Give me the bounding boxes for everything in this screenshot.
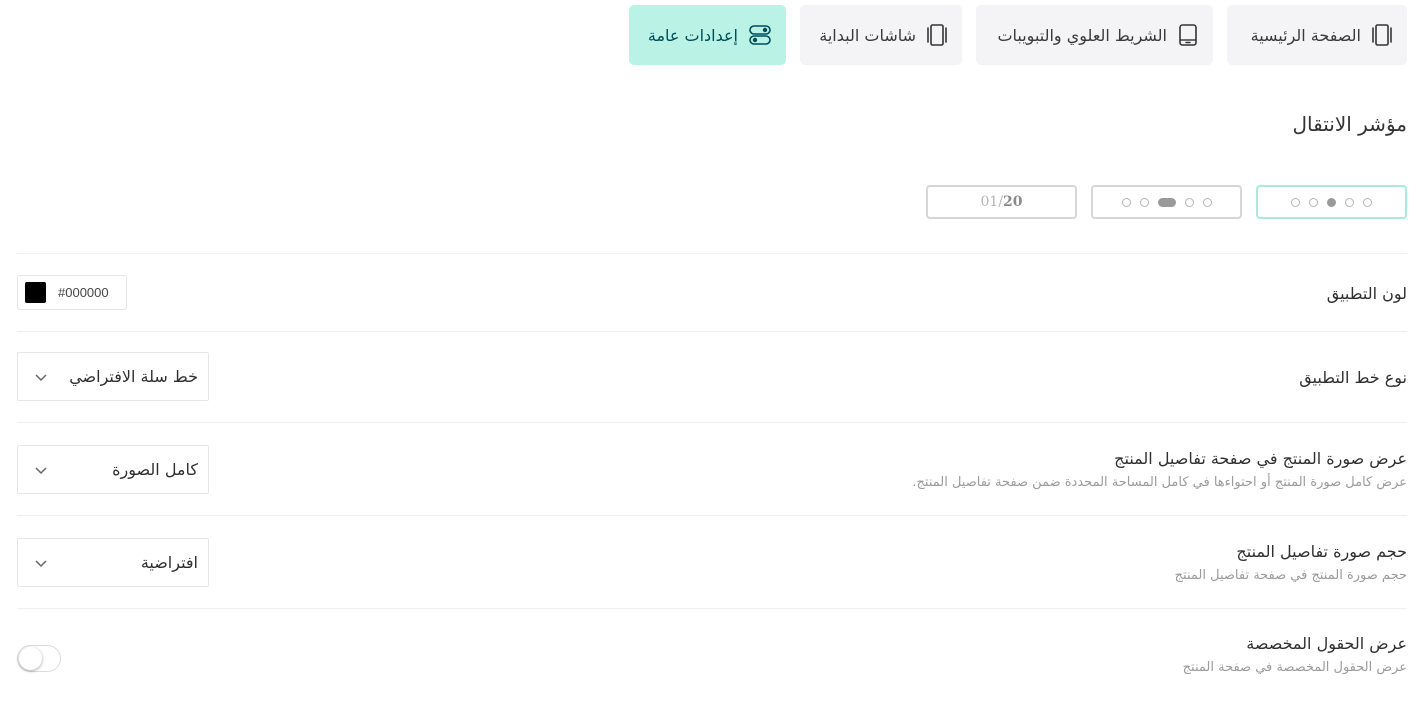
counter-preview: 01/20 — [980, 194, 1023, 210]
custom-fields-toggle[interactable] — [17, 645, 61, 672]
chevron-down-icon — [35, 373, 47, 381]
dot — [1121, 197, 1131, 207]
dot-active — [1327, 197, 1336, 207]
chevron-down-icon — [35, 466, 47, 474]
divider — [17, 515, 1407, 516]
indicator-option-counter[interactable]: 01/20 — [926, 185, 1077, 219]
divider — [17, 331, 1407, 332]
color-swatch — [25, 282, 46, 303]
select-value: افتراضية — [140, 553, 198, 572]
custom-fields-description: عرض الحقول المخصصة في صفحة المنتج — [1182, 660, 1407, 675]
tab-home[interactable]: الصفحة الرئيسية — [1227, 5, 1407, 65]
dot — [1363, 197, 1372, 207]
product-image-display-label: عرض صورة المنتج في صفحة تفاصيل المنتج — [1114, 449, 1407, 468]
select-value: كامل الصورة — [112, 460, 198, 479]
product-image-size-label: حجم صورة تفاصيل المنتج — [1236, 542, 1407, 561]
custom-fields-label: عرض الحقول المخصصة — [1246, 634, 1407, 653]
toggle-knob — [19, 647, 42, 670]
chevron-down-icon — [35, 559, 47, 567]
settings-tabs: الصفحة الرئيسية الشريط العلوي والتبويبات… — [629, 5, 1407, 65]
dot — [1345, 197, 1354, 207]
dot — [1139, 197, 1149, 207]
divider — [17, 253, 1407, 254]
indicator-option-dots[interactable] — [1256, 185, 1407, 219]
tab-label: الشريط العلوي والتبويبات — [997, 25, 1167, 45]
select-value: خط سلة الافتراضي — [69, 367, 198, 386]
app-color-picker[interactable]: #000000 — [17, 275, 127, 310]
tablet-frame-icon — [1372, 24, 1392, 46]
divider — [17, 422, 1407, 423]
app-font-select[interactable]: خط سلة الافتراضي — [17, 352, 209, 401]
divider — [17, 608, 1407, 609]
pill-dots-preview — [1121, 197, 1212, 207]
dot — [1202, 197, 1212, 207]
dot-active-pill — [1157, 197, 1176, 207]
dot — [1184, 197, 1194, 207]
section-title-transition-indicator: مؤشر الانتقال — [1292, 112, 1407, 136]
app-color-label: لون التطبيق — [1326, 284, 1407, 303]
tablet-icon — [1179, 24, 1197, 46]
counter-total: 01 — [980, 194, 999, 210]
product-image-display-select[interactable]: كامل الصورة — [17, 445, 209, 494]
tab-label: إعدادات عامة — [647, 25, 738, 45]
dots-preview — [1291, 197, 1372, 207]
dot — [1291, 197, 1300, 207]
toggles-icon — [749, 25, 771, 45]
tab-header-tabs[interactable]: الشريط العلوي والتبويبات — [976, 5, 1213, 65]
counter-current: 20 — [1003, 194, 1023, 210]
tab-splash[interactable]: شاشات البداية — [800, 5, 962, 65]
color-hex-value: #000000 — [58, 285, 109, 300]
app-font-label: نوع خط التطبيق — [1299, 368, 1407, 387]
dot — [1309, 197, 1318, 207]
product-image-size-description: حجم صورة المنتج في صفحة تفاصيل المنتج — [1174, 568, 1407, 583]
tab-general[interactable]: إعدادات عامة — [629, 5, 786, 65]
indicator-option-pill[interactable] — [1091, 185, 1242, 219]
indicator-options: 01/20 — [926, 185, 1407, 219]
product-image-size-select[interactable]: افتراضية — [17, 538, 209, 587]
tab-label: شاشات البداية — [819, 25, 916, 45]
tablet-frame-icon — [927, 24, 947, 46]
product-image-display-description: عرض كامل صورة المنتج أو احتواءها في كامل… — [912, 475, 1407, 490]
tab-label: الصفحة الرئيسية — [1250, 25, 1361, 45]
